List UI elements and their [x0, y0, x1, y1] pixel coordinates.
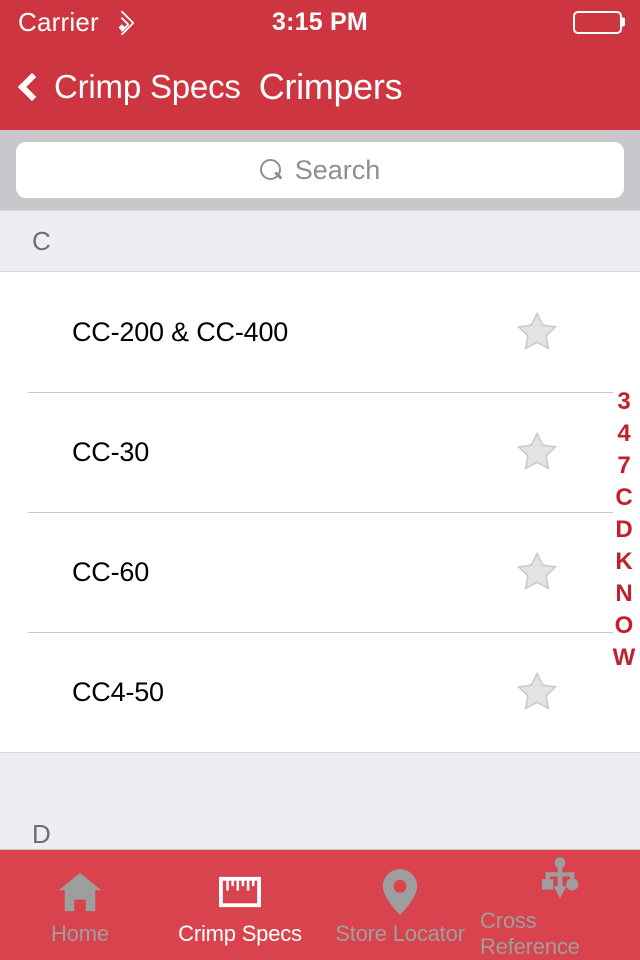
- home-icon: [57, 869, 103, 915]
- list-item-label: CC-200 & CC-400: [72, 316, 289, 347]
- star-icon[interactable]: [514, 429, 560, 475]
- list-item-label: CC4-50: [72, 676, 164, 707]
- navigation-bar: Crimp Specs Crimpers: [0, 44, 640, 130]
- list-item[interactable]: CC4-50: [0, 632, 640, 752]
- section-index-letter[interactable]: C: [608, 482, 640, 514]
- tab-cross-reference-label: Cross Reference: [480, 908, 580, 959]
- cross-reference-icon: [537, 856, 583, 902]
- star-icon[interactable]: [514, 309, 560, 355]
- list-area: C CC-200 & CC-400 CC-30 CC-60 CC4-50 D 3…: [0, 210, 640, 849]
- list-item-label: CC-60: [72, 556, 150, 587]
- back-button[interactable]: Crimp Specs: [16, 68, 241, 106]
- page-title: Crimpers: [258, 66, 403, 107]
- section-index-letter[interactable]: K: [608, 546, 640, 578]
- map-pin-icon: [381, 869, 419, 915]
- section-header-d: D: [0, 752, 640, 849]
- section-index-letter[interactable]: O: [608, 610, 640, 642]
- status-bar-right: [573, 10, 622, 34]
- section-index-letter[interactable]: N: [608, 578, 640, 610]
- status-bar: Carrier 3:15 PM: [0, 0, 640, 44]
- star-icon[interactable]: [514, 669, 560, 715]
- back-button-label: Crimp Specs: [54, 68, 241, 105]
- app-root: Carrier 3:15 PM Crimp Specs Crimpers Sea…: [0, 0, 640, 960]
- section-index-letter[interactable]: W: [608, 642, 640, 674]
- tab-cross-reference[interactable]: Cross Reference: [480, 850, 640, 960]
- search-input[interactable]: Search: [16, 142, 624, 198]
- tab-home[interactable]: Home: [0, 850, 160, 960]
- carrier-label: Carrier: [18, 6, 99, 37]
- tab-bar: Home Crimp Specs Store Locator Cross Ref…: [0, 849, 640, 960]
- list-item-label: CC-30: [72, 436, 150, 467]
- tab-crimp-specs[interactable]: Crimp Specs: [160, 850, 320, 960]
- chevron-left-icon: [17, 72, 47, 102]
- list-item[interactable]: CC-30: [0, 392, 640, 512]
- list-item[interactable]: CC-200 & CC-400: [0, 272, 640, 392]
- list-item[interactable]: CC-60: [0, 512, 640, 632]
- section-index-bar[interactable]: 3 4 7 C D K N O W: [608, 210, 640, 849]
- star-icon[interactable]: [514, 549, 560, 595]
- tab-crimp-specs-label: Crimp Specs: [178, 921, 302, 946]
- ruler-icon: [218, 869, 262, 915]
- section-index-letter[interactable]: D: [608, 514, 640, 546]
- tab-store-locator[interactable]: Store Locator: [320, 850, 480, 960]
- section-index-letter[interactable]: 7: [608, 450, 640, 482]
- section-index-letter[interactable]: 3: [608, 386, 640, 418]
- section-header-c: C: [0, 210, 640, 272]
- tab-store-locator-label: Store Locator: [335, 921, 465, 946]
- wifi-icon: [109, 10, 135, 36]
- section-index-letter[interactable]: 4: [608, 418, 640, 450]
- search-bar-container: Search: [0, 130, 640, 210]
- section-rows-c: CC-200 & CC-400 CC-30 CC-60 CC4-50: [0, 272, 640, 752]
- battery-icon: [573, 10, 622, 34]
- search-placeholder: Search: [294, 154, 381, 185]
- search-icon: [259, 158, 283, 182]
- status-bar-left: Carrier: [18, 7, 135, 38]
- tab-home-label: Home: [51, 921, 109, 946]
